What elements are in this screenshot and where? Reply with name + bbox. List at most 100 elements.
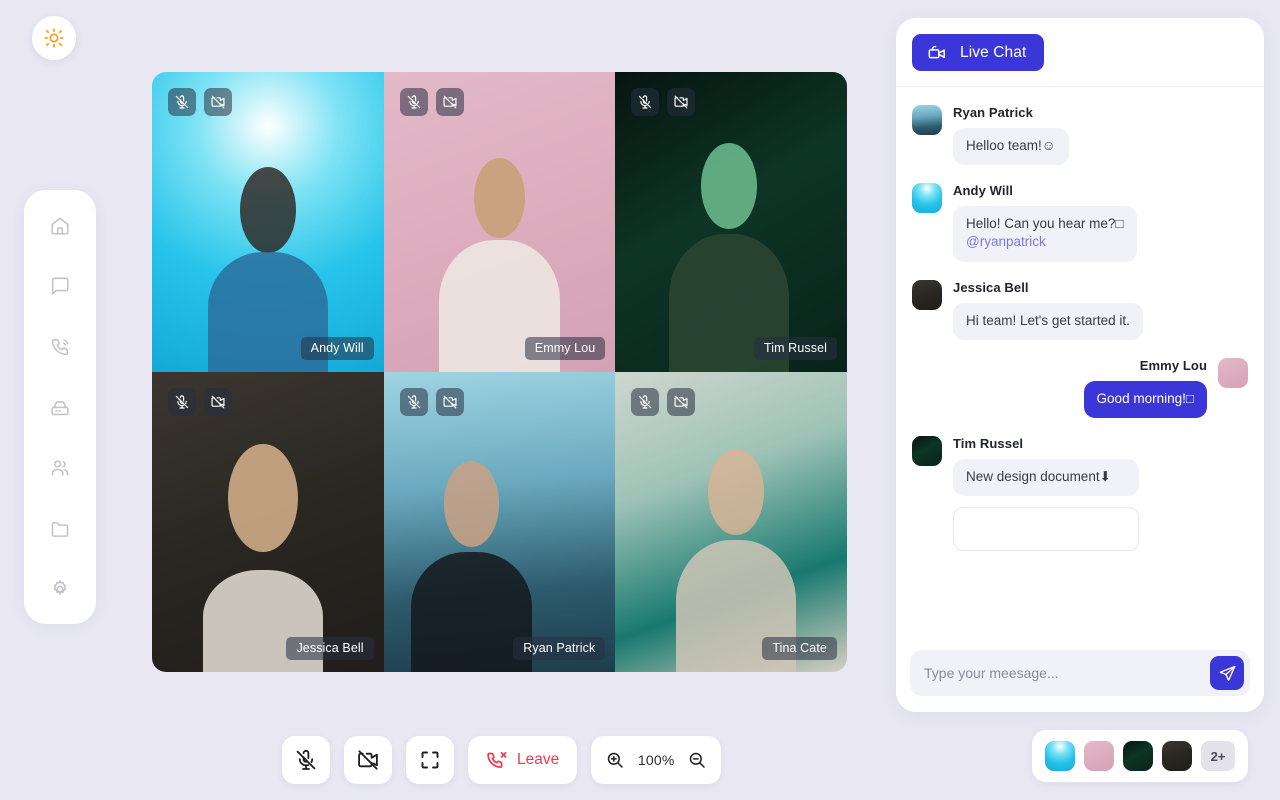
participant-avatar[interactable] xyxy=(1162,741,1192,771)
mic-off-icon xyxy=(174,394,190,410)
chat-icon xyxy=(49,275,71,297)
participant-silhouette xyxy=(152,372,384,672)
tile-mic-toggle[interactable] xyxy=(168,88,196,116)
participant-silhouette xyxy=(152,72,384,372)
video-tile[interactable]: Tina Cate xyxy=(615,372,847,672)
participant-name-label: Ryan Patrick xyxy=(513,637,605,660)
camera-off-icon xyxy=(442,94,458,110)
participant-name-label: Jessica Bell xyxy=(286,637,373,660)
sidebar-item-contacts[interactable] xyxy=(36,442,84,494)
chat-message: Ryan Patrick Helloo team!☺ xyxy=(912,105,1248,165)
message-body: Jessica Bell Hi team! Let's get started … xyxy=(953,280,1143,340)
message-body: Tim Russel New design document⬇ xyxy=(953,436,1139,551)
video-conference-app: Andy Will Emmy Lou Tim Russel xyxy=(0,0,1280,800)
message-bubble: Good morning!□ xyxy=(1084,381,1207,418)
avatar[interactable] xyxy=(912,436,942,466)
zoom-out-button[interactable] xyxy=(687,750,707,770)
video-grid: Andy Will Emmy Lou Tim Russel xyxy=(152,72,847,672)
message-body: Andy Will Hello! Can you hear me?□@ryanp… xyxy=(953,183,1137,261)
avatar[interactable] xyxy=(1218,358,1248,388)
participant-silhouette xyxy=(384,372,616,672)
zoom-in-button[interactable] xyxy=(605,750,625,770)
tile-controls xyxy=(631,388,695,416)
live-chat-button[interactable]: Live Chat xyxy=(912,34,1044,71)
camera-off-icon xyxy=(210,394,226,410)
participant-silhouette xyxy=(615,72,847,372)
participant-avatar[interactable] xyxy=(1084,741,1114,771)
sidebar-item-storage[interactable] xyxy=(36,382,84,434)
tile-controls xyxy=(400,88,464,116)
chat-message: Andy Will Hello! Can you hear me?□@ryanp… xyxy=(912,183,1248,261)
avatar[interactable] xyxy=(912,105,942,135)
video-tile[interactable]: Tim Russel xyxy=(615,72,847,372)
mic-off-icon xyxy=(294,748,318,772)
toggle-microphone-button[interactable] xyxy=(282,736,330,784)
zoom-controls: 100% xyxy=(591,736,721,784)
tile-camera-toggle[interactable] xyxy=(204,388,232,416)
leave-call-button[interactable]: Leave xyxy=(468,736,577,784)
fullscreen-icon xyxy=(418,748,442,772)
camera-off-icon xyxy=(210,94,226,110)
users-icon xyxy=(49,457,71,479)
sidebar xyxy=(24,190,96,624)
sidebar-item-files[interactable] xyxy=(36,503,84,555)
video-tile[interactable]: Jessica Bell xyxy=(152,372,384,672)
tile-camera-toggle[interactable] xyxy=(667,388,695,416)
tile-controls xyxy=(168,88,232,116)
tile-mic-toggle[interactable] xyxy=(400,388,428,416)
participants-more-badge[interactable]: 2+ xyxy=(1201,741,1235,771)
participant-silhouette xyxy=(384,72,616,372)
message-input[interactable] xyxy=(924,665,1210,681)
sidebar-item-home[interactable] xyxy=(36,200,84,252)
video-grid-inner: Andy Will Emmy Lou Tim Russel xyxy=(152,72,847,672)
avatar[interactable] xyxy=(912,183,942,213)
phone-hangup-icon xyxy=(486,749,508,771)
participant-name-label: Emmy Lou xyxy=(525,337,606,360)
video-tile[interactable]: Emmy Lou xyxy=(384,72,616,372)
chat-message: Jessica Bell Hi team! Let's get started … xyxy=(912,280,1248,340)
message-mention[interactable]: @ryanpatrick xyxy=(966,233,1124,251)
tile-mic-toggle[interactable] xyxy=(400,88,428,116)
send-message-button[interactable] xyxy=(1210,656,1244,690)
tile-controls xyxy=(400,388,464,416)
tile-camera-toggle[interactable] xyxy=(436,88,464,116)
live-chat-label: Live Chat xyxy=(960,44,1026,62)
participant-silhouette xyxy=(615,372,847,672)
avatar[interactable] xyxy=(912,280,942,310)
sidebar-item-calls[interactable] xyxy=(36,321,84,373)
participant-avatar[interactable] xyxy=(1045,741,1075,771)
archive-icon xyxy=(49,397,71,419)
chat-messages-list[interactable]: Ryan Patrick Helloo team!☺ Andy Will Hel… xyxy=(896,87,1264,640)
participant-avatar[interactable] xyxy=(1123,741,1153,771)
mic-off-icon xyxy=(174,94,190,110)
participant-name-label: Tim Russel xyxy=(754,337,837,360)
composer xyxy=(910,650,1250,696)
toggle-camera-button[interactable] xyxy=(344,736,392,784)
zoom-level-label: 100% xyxy=(637,752,675,768)
video-camera-icon xyxy=(927,43,947,63)
theme-toggle-button[interactable] xyxy=(32,16,76,60)
camera-off-icon xyxy=(673,394,689,410)
chat-message: Tim Russel New design document⬇ xyxy=(912,436,1248,551)
sidebar-item-settings[interactable] xyxy=(36,563,84,615)
gear-icon xyxy=(49,578,71,600)
phone-icon xyxy=(49,336,71,358)
camera-off-icon xyxy=(673,94,689,110)
fullscreen-button[interactable] xyxy=(406,736,454,784)
chat-header: Live Chat xyxy=(896,18,1264,87)
tile-mic-toggle[interactable] xyxy=(631,88,659,116)
participant-name-label: Tina Cate xyxy=(762,637,837,660)
message-author: Ryan Patrick xyxy=(953,105,1069,120)
video-tile[interactable]: Andy Will xyxy=(152,72,384,372)
message-attachment[interactable] xyxy=(953,507,1139,551)
participant-name-label: Andy Will xyxy=(301,337,374,360)
tile-camera-toggle[interactable] xyxy=(436,388,464,416)
video-tile[interactable]: Ryan Patrick xyxy=(384,372,616,672)
tile-camera-toggle[interactable] xyxy=(667,88,695,116)
mic-off-icon xyxy=(637,94,653,110)
tile-mic-toggle[interactable] xyxy=(631,388,659,416)
tile-mic-toggle[interactable] xyxy=(168,388,196,416)
sidebar-item-messages[interactable] xyxy=(36,261,84,313)
mic-off-icon xyxy=(406,394,422,410)
tile-camera-toggle[interactable] xyxy=(204,88,232,116)
